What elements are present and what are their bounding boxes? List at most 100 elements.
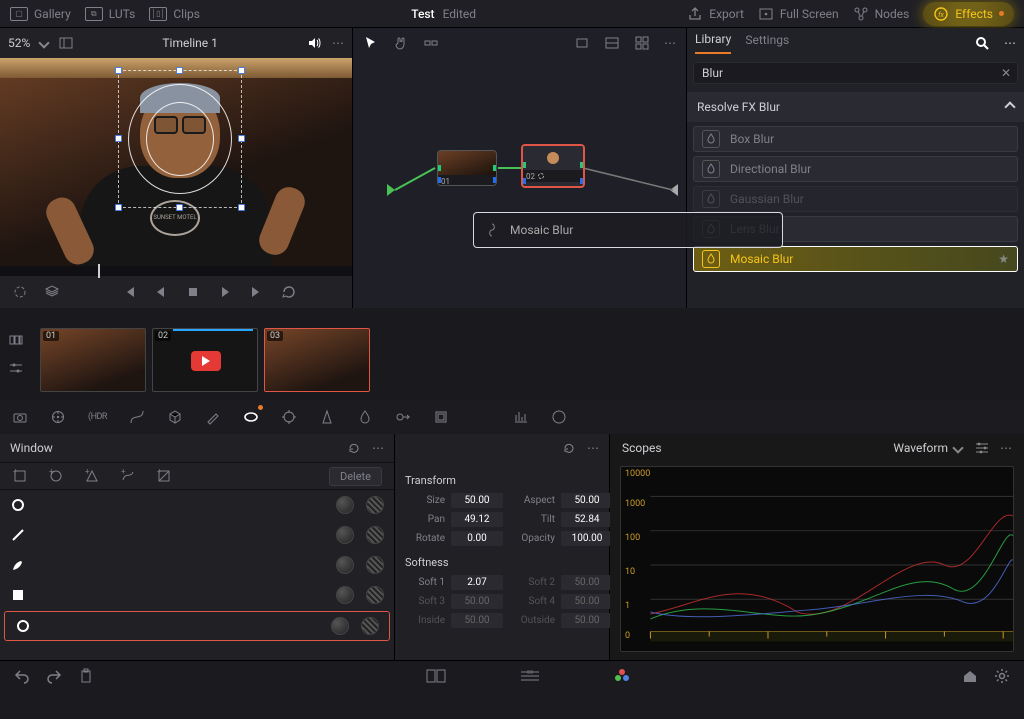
power-window-inner[interactable] bbox=[146, 102, 214, 176]
window-row-0[interactable] bbox=[0, 490, 394, 520]
play-icon[interactable] bbox=[217, 284, 233, 300]
layers-icon[interactable] bbox=[44, 284, 60, 300]
loop-playback-icon[interactable] bbox=[281, 284, 297, 300]
strip-view-icon[interactable] bbox=[8, 332, 24, 348]
window-mask-toggle[interactable] bbox=[336, 526, 354, 544]
camera-raw-icon[interactable] bbox=[12, 409, 28, 425]
drop-icon[interactable] bbox=[357, 409, 373, 425]
window-invert-toggle[interactable] bbox=[361, 617, 379, 635]
viewer-scrubber[interactable] bbox=[0, 266, 352, 276]
gallery-menu[interactable]: ▢ Gallery bbox=[10, 7, 71, 21]
stop-icon[interactable] bbox=[185, 284, 201, 300]
clipboard-icon[interactable] bbox=[78, 668, 94, 684]
clips-menu[interactable]: │▯│ Clips bbox=[149, 7, 200, 21]
scopes-settings-icon[interactable] bbox=[974, 440, 990, 456]
sizing-icon[interactable] bbox=[433, 409, 449, 425]
window-invert-toggle[interactable] bbox=[366, 556, 384, 574]
undo-icon[interactable] bbox=[14, 668, 30, 684]
node01-in-key[interactable] bbox=[437, 177, 441, 183]
luts-menu[interactable]: ⧉ LUTs bbox=[85, 7, 136, 21]
page-color-icon[interactable] bbox=[613, 667, 631, 685]
window-row-3[interactable] bbox=[0, 580, 394, 610]
key-icon[interactable] bbox=[395, 409, 411, 425]
node-02[interactable]: 02 bbox=[521, 144, 585, 188]
window-invert-toggle[interactable] bbox=[366, 586, 384, 604]
first-frame-icon[interactable] bbox=[121, 284, 137, 300]
hdr-icon[interactable]: (HDR bbox=[88, 412, 107, 422]
add-rect-icon[interactable]: + bbox=[12, 468, 28, 484]
library-search-input[interactable] bbox=[700, 65, 1001, 81]
clip-01[interactable]: 01 bbox=[40, 328, 146, 392]
qualifier-icon[interactable] bbox=[205, 409, 221, 425]
delete-window-button[interactable]: Delete bbox=[329, 467, 382, 486]
clip-03[interactable]: 03 bbox=[264, 328, 370, 392]
window-mask-toggle[interactable] bbox=[336, 586, 354, 604]
view-layout-icon[interactable] bbox=[58, 35, 74, 51]
scopes-mode-chevron-icon[interactable] bbox=[952, 442, 963, 453]
pan-value[interactable]: 49.12 bbox=[451, 512, 503, 527]
clip-02[interactable]: 02fx bbox=[152, 328, 258, 392]
redo-icon[interactable] bbox=[46, 668, 62, 684]
node-01[interactable]: 01 bbox=[437, 150, 497, 186]
add-gradient-icon[interactable]: + bbox=[156, 468, 172, 484]
tracker-icon[interactable] bbox=[281, 409, 297, 425]
playhead[interactable] bbox=[98, 264, 100, 278]
node01-out-key[interactable] bbox=[493, 177, 497, 183]
window-palette-icon[interactable] bbox=[243, 409, 259, 425]
node01-in-video[interactable] bbox=[437, 165, 441, 171]
add-poly-icon[interactable]: + bbox=[84, 468, 100, 484]
library-search-icon[interactable] bbox=[974, 35, 990, 51]
library-search-box[interactable]: ✕ bbox=[693, 62, 1018, 84]
settings-gear-icon[interactable] bbox=[994, 668, 1010, 684]
library-more-icon[interactable]: ⋯ bbox=[1004, 36, 1016, 50]
size-value[interactable]: 50.00 bbox=[451, 493, 503, 508]
audio-icon[interactable] bbox=[306, 35, 322, 51]
library-tab[interactable]: Library bbox=[695, 32, 731, 54]
window-row-4[interactable] bbox=[4, 611, 390, 641]
add-curve-icon[interactable]: + bbox=[120, 468, 136, 484]
tilt-value[interactable]: 52.84 bbox=[561, 512, 613, 527]
window-row-1[interactable] bbox=[0, 520, 394, 550]
add-circle-icon[interactable]: + bbox=[48, 468, 64, 484]
soft1-value[interactable]: 2.07 bbox=[451, 575, 503, 590]
window-more-icon[interactable]: ⋯ bbox=[372, 441, 384, 455]
strip-settings-icon[interactable] bbox=[8, 360, 24, 376]
effects-menu[interactable]: fx Effects bbox=[923, 2, 1014, 26]
effect-item-gaussian-blur[interactable]: Gaussian Blur bbox=[693, 186, 1018, 212]
scopes-mode[interactable]: Waveform bbox=[893, 441, 948, 455]
info-icon[interactable] bbox=[551, 409, 567, 425]
effect-item-box-blur[interactable]: Box Blur bbox=[693, 126, 1018, 152]
window-mask-toggle[interactable] bbox=[336, 556, 354, 574]
search-clear-icon[interactable]: ✕ bbox=[1001, 66, 1011, 80]
loop-icon[interactable] bbox=[12, 284, 28, 300]
window-row-2[interactable] bbox=[0, 550, 394, 580]
transform-reset-icon[interactable] bbox=[561, 440, 577, 456]
viewer-more-icon[interactable]: ⋯ bbox=[332, 36, 344, 50]
step-forward-icon[interactable] bbox=[249, 284, 265, 300]
aspect-value[interactable]: 50.00 bbox=[561, 493, 613, 508]
export-menu[interactable]: Export bbox=[687, 6, 744, 22]
fullscreen-menu[interactable]: Full Screen bbox=[758, 6, 839, 22]
window-reset-icon[interactable] bbox=[346, 440, 362, 456]
zoom-level[interactable]: 52% bbox=[8, 36, 30, 50]
node01-out-video[interactable] bbox=[493, 165, 497, 171]
scopes-more-icon[interactable]: ⋯ bbox=[1000, 441, 1012, 455]
window-mask-toggle[interactable] bbox=[331, 617, 349, 635]
window-invert-toggle[interactable] bbox=[366, 496, 384, 514]
transform-more-icon[interactable]: ⋯ bbox=[587, 441, 599, 455]
page-media-icon[interactable] bbox=[425, 668, 447, 684]
step-back-icon[interactable] bbox=[153, 284, 169, 300]
nodes-menu[interactable]: Nodes bbox=[853, 6, 910, 22]
effect-item-mosaic-blur[interactable]: Mosaic Blur★ bbox=[693, 246, 1018, 272]
home-icon[interactable] bbox=[962, 668, 978, 684]
rotate-value[interactable]: 0.00 bbox=[451, 531, 503, 546]
opacity-value[interactable]: 100.00 bbox=[561, 531, 613, 546]
curves-icon[interactable] bbox=[129, 409, 145, 425]
blur-icon[interactable] bbox=[319, 409, 335, 425]
effect-category-header[interactable]: Resolve FX Blur bbox=[687, 92, 1024, 122]
scopes-icon[interactable] bbox=[513, 409, 529, 425]
zoom-chevron-icon[interactable] bbox=[39, 37, 50, 48]
warper-icon[interactable] bbox=[167, 409, 183, 425]
window-invert-toggle[interactable] bbox=[366, 526, 384, 544]
settings-tab[interactable]: Settings bbox=[745, 33, 789, 53]
